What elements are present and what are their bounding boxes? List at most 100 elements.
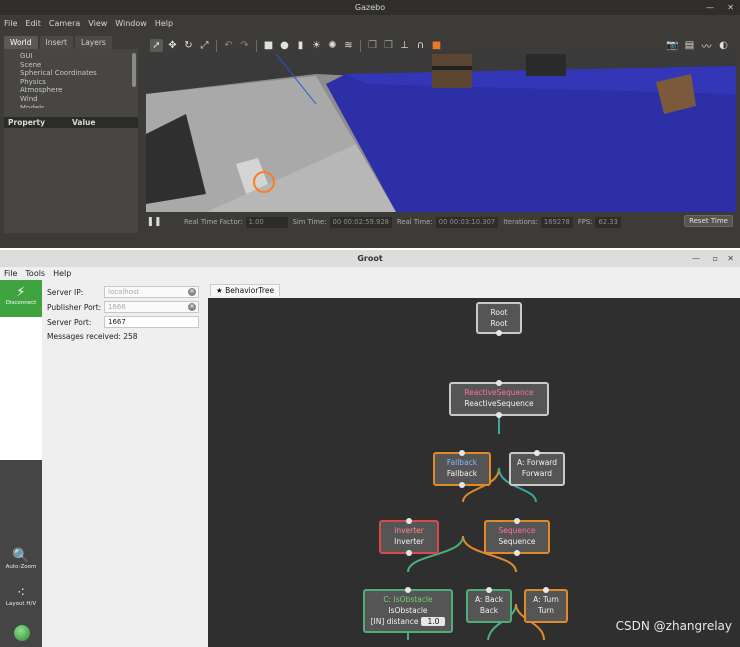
- tab-behaviortree[interactable]: ★ BehaviorTree: [210, 284, 281, 296]
- auto-zoom-button[interactable]: 🔍 Auto-Zoom: [0, 548, 42, 570]
- rtf-label: Real Time Factor:: [184, 218, 243, 226]
- clear-icon[interactable]: ✕: [188, 303, 196, 311]
- copy-icon[interactable]: ❐: [366, 39, 379, 52]
- align-icon[interactable]: ⊥: [398, 39, 411, 52]
- disconnect-label: Disconnect: [5, 300, 37, 306]
- rotate-mode-icon[interactable]: ↻: [182, 39, 195, 52]
- gazebo-window: Gazebo — ✕ File Edit Camera View Window …: [0, 0, 740, 248]
- video-icon[interactable]: ◐: [717, 39, 730, 52]
- disconnect-button[interactable]: ⚡ Disconnect: [0, 280, 42, 317]
- groot-sidebar: ⚡ Disconnect 🔍 Auto-Zoom ⁖ Layout H/V: [0, 280, 42, 647]
- node-back[interactable]: A: Back Back: [466, 587, 512, 623]
- cylinder-icon[interactable]: ▮: [294, 39, 307, 52]
- node-inverter[interactable]: Inverter Inverter: [379, 518, 439, 556]
- menu-tools[interactable]: Tools: [25, 269, 45, 278]
- layout-label: Layout H/V: [5, 601, 37, 607]
- menu-view[interactable]: View: [88, 19, 107, 28]
- snap-icon[interactable]: ∩: [414, 39, 427, 52]
- scale-mode-icon[interactable]: ⤢: [198, 39, 211, 52]
- tree-item-scene[interactable]: Scene: [20, 61, 138, 70]
- tree-item-physics[interactable]: Physics: [20, 78, 138, 87]
- redo-icon[interactable]: ↷: [238, 39, 251, 52]
- property-header: Property Value: [4, 117, 138, 128]
- paste-icon[interactable]: ❒: [382, 39, 395, 52]
- sphere-icon[interactable]: ●: [278, 39, 291, 52]
- star-icon: ★: [216, 286, 223, 295]
- node-forward[interactable]: A: Forward Forward: [509, 450, 565, 486]
- tree-item-models[interactable]: Models: [20, 104, 138, 108]
- node-fallback[interactable]: Fallback Fallback: [433, 450, 491, 488]
- close-icon[interactable]: ✕: [727, 250, 734, 267]
- scene-viewport[interactable]: [146, 54, 736, 212]
- sim-time-value: 00 00:02:59.928: [329, 216, 392, 228]
- tab-layers[interactable]: Layers: [75, 36, 112, 49]
- plot-icon[interactable]: 〰: [700, 39, 713, 53]
- distance-port-label: [IN] distance: [370, 617, 419, 626]
- tree-item-gui[interactable]: GUI: [20, 52, 138, 61]
- minimize-icon[interactable]: —: [706, 0, 714, 15]
- tree-item-atmosphere[interactable]: Atmosphere: [20, 86, 138, 95]
- menu-help[interactable]: Help: [155, 19, 173, 28]
- pointlight-icon[interactable]: ☀: [310, 39, 323, 52]
- layout-icon: ⁖: [16, 585, 26, 601]
- node-reactive-sequence[interactable]: ReactiveSequence ReactiveSequence: [449, 380, 549, 418]
- node-turn[interactable]: A: Turn Turn: [524, 587, 568, 623]
- world-tree: GUI Scene Spherical Coordinates Physics …: [4, 49, 138, 117]
- menu-edit[interactable]: Edit: [25, 19, 41, 28]
- gazebo-toolbar: ➚ ✥ ↻ ⤢ ↶ ↷ ■ ● ▮ ☀ ✺ ≋ ❐ ❒ ⊥ ∩ ■ 📷 ▤ 〰 …: [146, 37, 736, 54]
- world-panel: World Insert Layers GUI Scene Spherical …: [4, 36, 138, 234]
- iterations-value: 169278: [540, 216, 573, 228]
- auto-zoom-label: Auto-Zoom: [5, 564, 37, 570]
- groot-titlebar: Groot — ▫ ✕: [0, 250, 740, 267]
- tab-insert[interactable]: Insert: [39, 36, 74, 49]
- tree-scrollbar[interactable]: [132, 53, 136, 87]
- tree-canvas[interactable]: Root Root ReactiveSequence ReactiveSeque…: [208, 298, 740, 647]
- screenshot-icon[interactable]: 📷: [666, 39, 679, 52]
- reset-time-button[interactable]: Reset Time: [684, 215, 733, 227]
- close-icon[interactable]: ✕: [727, 0, 734, 15]
- minimize-icon[interactable]: —: [692, 250, 700, 267]
- layout-button[interactable]: ⁖ Layout H/V: [0, 585, 42, 607]
- menu-help[interactable]: Help: [53, 269, 71, 278]
- clear-icon[interactable]: ✕: [188, 288, 196, 296]
- maximize-icon[interactable]: ▫: [713, 250, 718, 267]
- fps-value: 62.33: [595, 216, 621, 228]
- publisher-port-field[interactable]: 1666 ✕: [104, 301, 199, 313]
- change-view-icon[interactable]: ■: [430, 39, 443, 52]
- spotlight-icon[interactable]: ✺: [326, 39, 339, 52]
- groot-menubar: File Tools Help: [0, 267, 740, 280]
- gazebo-title: Gazebo: [354, 3, 386, 12]
- value-col: Value: [72, 118, 96, 127]
- server-ip-field[interactable]: localhost ✕: [104, 286, 199, 298]
- real-time-label: Real Time:: [397, 218, 433, 226]
- publisher-port-label: Publisher Port:: [47, 302, 102, 312]
- translate-mode-icon[interactable]: ✥: [166, 39, 179, 52]
- node-root[interactable]: Root Root: [476, 302, 522, 336]
- property-col: Property: [8, 118, 45, 127]
- menu-file[interactable]: File: [4, 19, 17, 28]
- distance-port-value[interactable]: 1.0: [421, 617, 446, 626]
- undo-icon[interactable]: ↶: [222, 39, 235, 52]
- messages-received: Messages received: 258: [47, 332, 138, 341]
- node-sequence[interactable]: Sequence Sequence: [484, 518, 550, 556]
- box-icon[interactable]: ■: [262, 39, 275, 52]
- fps-label: FPS:: [577, 218, 593, 226]
- iterations-label: Iterations:: [503, 218, 538, 226]
- menu-window[interactable]: Window: [115, 19, 147, 28]
- select-mode-icon[interactable]: ➚: [150, 39, 163, 52]
- menu-file[interactable]: File: [4, 269, 17, 278]
- log-icon[interactable]: ▤: [683, 39, 696, 52]
- pause-icon[interactable]: ❚❚: [146, 217, 162, 227]
- gazebo-menubar: File Edit Camera View Window Help: [0, 15, 740, 31]
- tab-world[interactable]: World: [4, 36, 38, 49]
- groot-title: Groot: [357, 254, 383, 263]
- node-isobstacle[interactable]: C: IsObstacle IsObstacle [IN] distance 1.…: [363, 587, 453, 633]
- server-port-label: Server Port:: [47, 317, 92, 327]
- menu-camera[interactable]: Camera: [49, 19, 80, 28]
- dirlight-icon[interactable]: ≋: [342, 39, 355, 52]
- tree-item-spherical[interactable]: Spherical Coordinates: [20, 69, 138, 78]
- tree-item-wind[interactable]: Wind: [20, 95, 138, 104]
- server-port-field[interactable]: 1667: [104, 316, 199, 328]
- groot-window: Groot — ▫ ✕ File Tools Help ⚡ Disconnect…: [0, 250, 740, 647]
- gazebo-titlebar: Gazebo — ✕: [0, 0, 740, 15]
